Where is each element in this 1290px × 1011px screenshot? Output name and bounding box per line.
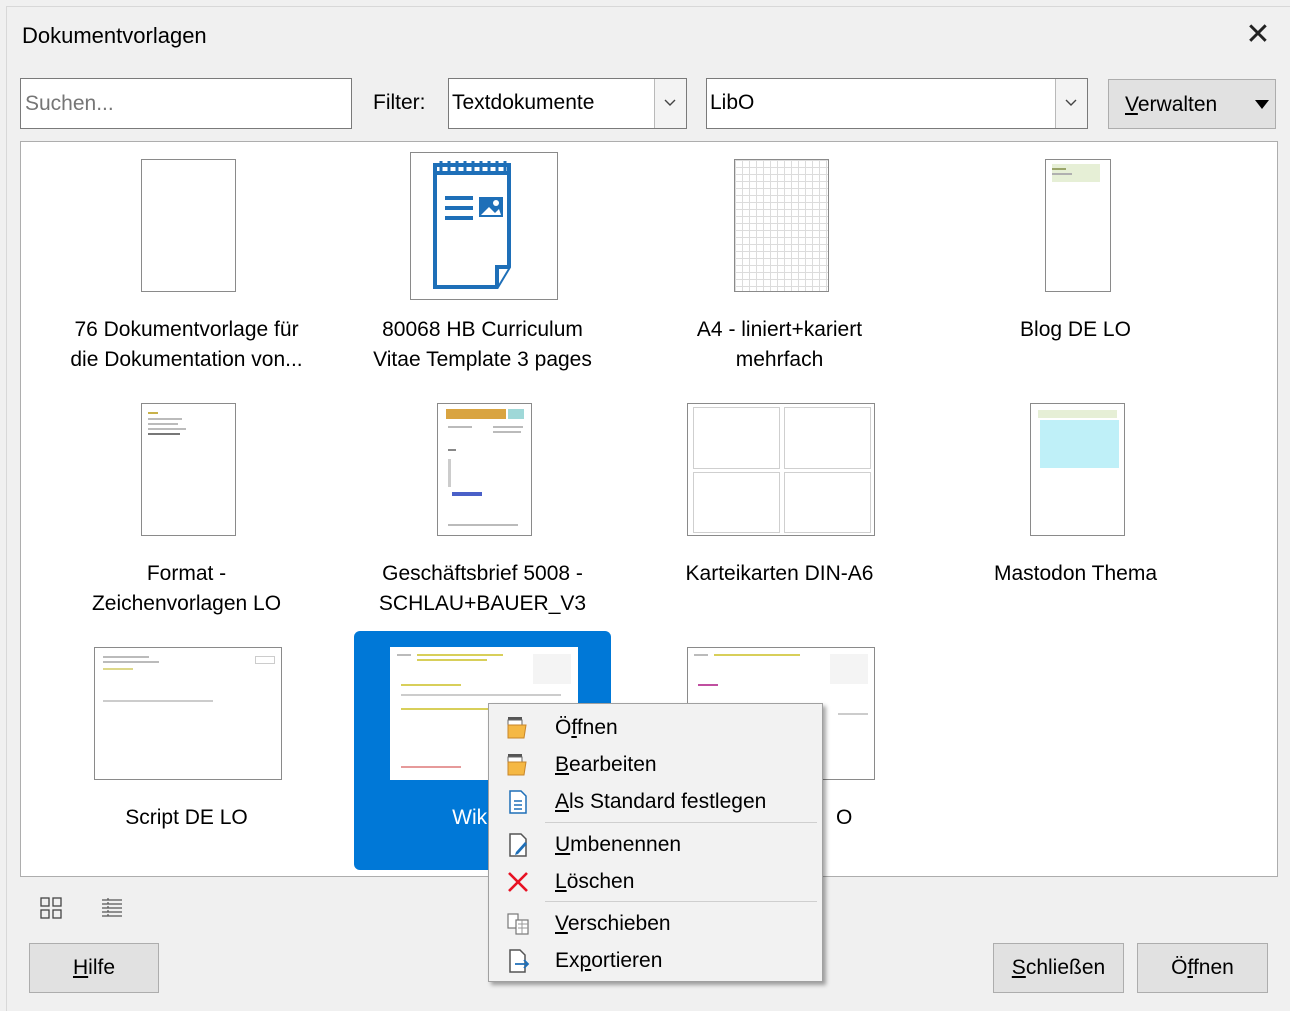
search-field[interactable] xyxy=(20,78,359,129)
search-input[interactable] xyxy=(21,79,359,128)
template-item[interactable]: Geschäftsbrief 5008 - SCHLAU+BAUER_V3 xyxy=(354,389,611,628)
template-thumbnail xyxy=(437,403,532,536)
manage-button-label: Verwalten xyxy=(1125,93,1218,116)
category-dropdown-button[interactable] xyxy=(1055,79,1087,128)
cv-document-icon xyxy=(433,161,511,289)
close-button[interactable]: Schließen xyxy=(993,943,1124,993)
filter-label: Filter: xyxy=(373,91,426,114)
template-thumbnail xyxy=(1045,159,1111,292)
export-icon xyxy=(509,949,530,973)
dropdown-arrow-icon xyxy=(1255,100,1269,109)
menu-separator xyxy=(545,901,817,902)
template-thumbnail xyxy=(410,152,558,300)
close-icon[interactable]: ✕ xyxy=(1244,20,1272,50)
template-thumbnail xyxy=(1030,403,1125,536)
edit-icon xyxy=(507,754,527,776)
rename-icon xyxy=(509,833,527,857)
thumbnail-view-icon[interactable] xyxy=(40,897,62,924)
template-item[interactable]: Script DE LO xyxy=(58,633,315,872)
template-item[interactable]: Blog DE LO xyxy=(947,145,1204,384)
template-thumbnail xyxy=(141,159,236,292)
menu-item-open[interactable]: Öffnen xyxy=(489,710,822,746)
chevron-down-icon xyxy=(664,99,676,106)
template-item[interactable]: Karteikarten DIN-A6 xyxy=(651,389,908,628)
menu-item-set-default[interactable]: Als Standard festlegen xyxy=(489,784,822,820)
filter-select[interactable]: Textdokumente xyxy=(448,78,687,129)
menu-item-edit[interactable]: Bearbeiten xyxy=(489,747,822,783)
set-default-icon xyxy=(509,790,527,814)
template-item[interactable]: 76 Dokumentvorlage für die Dokumentation… xyxy=(58,145,315,384)
chevron-down-icon xyxy=(1065,99,1077,106)
menu-separator xyxy=(545,822,817,823)
category-select[interactable]: LibO xyxy=(706,78,1088,129)
dialog-title: Dokumentvorlagen xyxy=(22,23,207,48)
open-icon xyxy=(507,717,527,739)
filter-select-value: Textdokumente xyxy=(452,91,595,114)
manage-button[interactable]: Verwalten xyxy=(1108,79,1276,129)
context-menu: Öffnen Bearbeiten Als Standard festlegen… xyxy=(488,703,823,982)
open-button[interactable]: Öffnen xyxy=(1137,943,1268,993)
menu-item-rename[interactable]: Umbenennen xyxy=(489,827,822,863)
list-view-icon[interactable] xyxy=(101,897,123,924)
template-item[interactable]: Format - Zeichenvorlagen LO xyxy=(58,389,315,628)
filter-dropdown-button[interactable] xyxy=(654,79,686,128)
template-thumbnail xyxy=(734,159,829,292)
menu-item-delete[interactable]: Löschen xyxy=(489,864,822,900)
help-button[interactable]: Hilfe xyxy=(29,943,159,993)
template-thumbnail xyxy=(94,647,282,780)
template-item[interactable]: A4 - liniert+kariert mehrfach xyxy=(651,145,908,384)
category-select-value: LibO xyxy=(710,91,755,114)
delete-icon xyxy=(508,872,528,892)
menu-item-export[interactable]: Exportieren xyxy=(489,943,822,979)
move-icon xyxy=(507,913,529,935)
menu-item-move[interactable]: Verschieben xyxy=(489,906,822,942)
template-item[interactable]: Mastodon Thema xyxy=(947,389,1204,628)
template-thumbnail xyxy=(687,403,875,536)
template-item[interactable]: 80068 HB Curriculum Vitae Template 3 pag… xyxy=(354,145,611,384)
template-thumbnail xyxy=(141,403,236,536)
